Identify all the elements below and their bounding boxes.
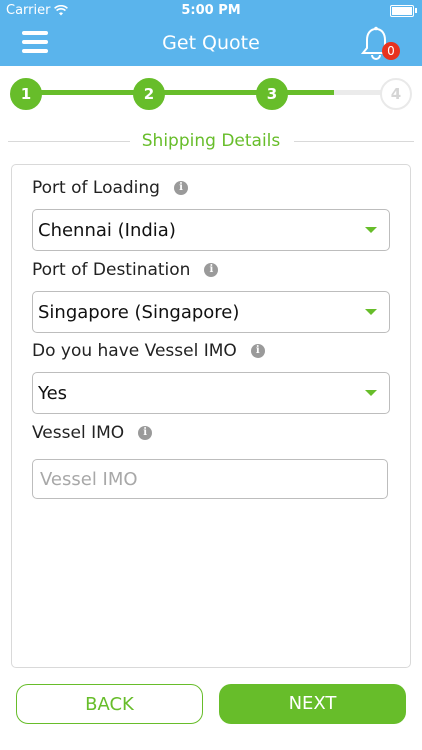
status-bar: Carrier 5:00 PM	[0, 0, 422, 22]
dropdown-caret-icon	[365, 390, 377, 396]
step-4: 4	[380, 78, 412, 110]
port-of-destination-value: Singapore (Singapore)	[38, 302, 240, 323]
step-1: 1	[10, 78, 42, 110]
notification-badge: 0	[382, 42, 400, 60]
nav-bar: Get Quote 0	[0, 22, 422, 66]
dropdown-caret-icon	[365, 227, 377, 233]
port-of-loading-select[interactable]: Chennai (India)	[32, 209, 390, 251]
step-2: 2	[133, 78, 165, 110]
info-icon[interactable]: i	[204, 263, 219, 277]
notifications-button[interactable]: 0	[360, 24, 400, 64]
status-time: 5:00 PM	[181, 3, 241, 18]
info-icon[interactable]: i	[173, 181, 188, 195]
section-divider-right	[294, 141, 414, 142]
port-of-loading-label-text: Port of Loading	[32, 178, 160, 198]
info-icon[interactable]: i	[250, 344, 265, 358]
vessel-imo-label: Vessel IMO i	[32, 423, 153, 443]
info-icon[interactable]: i	[138, 426, 153, 440]
vessel-imo-question-select[interactable]: Yes	[32, 372, 390, 414]
port-of-loading-label: Port of Loading i	[32, 178, 188, 198]
port-of-destination-select[interactable]: Singapore (Singapore)	[32, 291, 390, 333]
back-button[interactable]: BACK	[16, 684, 203, 724]
page-title: Get Quote	[162, 32, 260, 54]
vessel-imo-question-label: Do you have Vessel IMO i	[32, 341, 265, 361]
vessel-imo-question-label-text: Do you have Vessel IMO	[32, 341, 237, 361]
next-button[interactable]: NEXT	[219, 684, 406, 724]
port-of-loading-value: Chennai (India)	[38, 220, 176, 241]
section-header: Shipping Details	[8, 130, 414, 154]
port-of-destination-label: Port of Destination i	[32, 260, 219, 280]
port-of-destination-label-text: Port of Destination	[32, 260, 191, 280]
vessel-imo-input[interactable]	[32, 459, 388, 499]
step-3: 3	[256, 78, 288, 110]
vessel-imo-label-text: Vessel IMO	[32, 423, 125, 443]
vessel-imo-question-value: Yes	[38, 383, 68, 404]
dropdown-caret-icon	[365, 309, 377, 315]
battery-icon	[390, 5, 417, 17]
